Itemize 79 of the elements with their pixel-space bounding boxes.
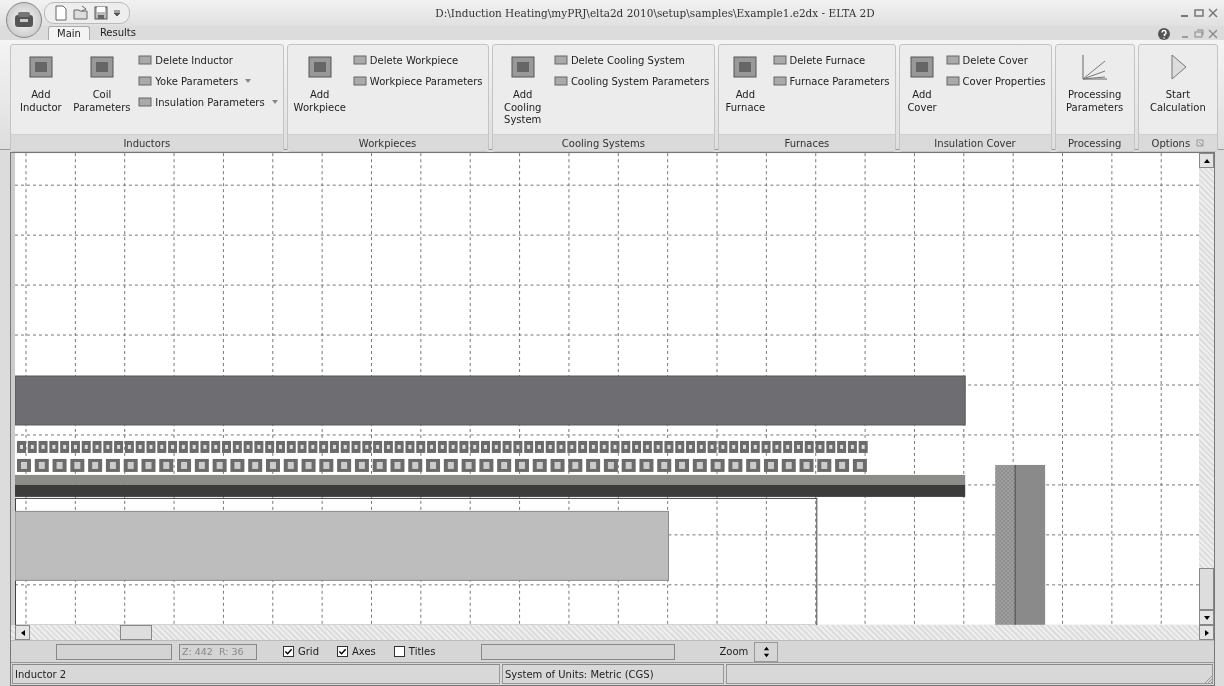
group-label: Workpieces — [358, 137, 417, 149]
ribbon-button[interactable]: Workpiece Parameters — [350, 72, 485, 90]
arrow-down-icon — [1202, 613, 1211, 622]
tool-icon — [352, 74, 367, 88]
horizontal-scrollbar[interactable] — [11, 625, 1214, 640]
ribbon-button[interactable]: Add Cover — [902, 49, 942, 116]
help-icon[interactable] — [1158, 28, 1170, 40]
ribbon-button[interactable]: Delete Cooling System — [551, 51, 712, 69]
group-label: Inductors — [123, 137, 171, 149]
ribbon-button[interactable]: Processing Parameters — [1058, 49, 1131, 116]
tool-icon — [138, 53, 153, 67]
checkbox-label: Axes — [352, 646, 376, 657]
save-icon[interactable] — [93, 5, 109, 21]
group-label: Options — [1151, 137, 1191, 149]
resize-grip-icon[interactable] — [1203, 674, 1213, 684]
ribbon-button[interactable]: Add Furnace — [722, 49, 769, 116]
ribbon-button[interactable]: Cover Properties — [943, 72, 1048, 90]
close-icon[interactable] — [1208, 29, 1218, 39]
checkbox[interactable] — [337, 646, 348, 657]
dropdown-icon — [245, 79, 252, 83]
tool-icon — [772, 74, 787, 88]
ribbon-button[interactable]: Start Calculation — [1141, 49, 1214, 116]
tool-icon — [553, 53, 568, 67]
vertical-scrollbar[interactable] — [1199, 153, 1214, 625]
ribbon-button[interactable]: Cooling System Parameters — [551, 72, 712, 90]
ribbon-button[interactable]: Delete Furnace — [770, 51, 892, 69]
group-label: Insulation Cover — [934, 137, 1016, 149]
zoom-spinner[interactable] — [754, 641, 779, 662]
drawing-canvas[interactable] — [15, 153, 1199, 625]
tool-icon — [138, 95, 153, 109]
restore-icon[interactable] — [1194, 29, 1204, 39]
tool-icon — [945, 74, 960, 88]
coordinates-field: Z: 442 R: 36 — [179, 643, 257, 660]
checkbox[interactable] — [393, 646, 405, 657]
group-label: Furnaces — [784, 137, 830, 149]
scroll-right-button[interactable] — [1199, 625, 1214, 640]
dialog-launcher-icon[interactable] — [1196, 139, 1205, 147]
status-panel: Inductor 2 — [12, 664, 500, 684]
window-title: D:\Induction Heating\myPRJ\elta2d 2010\setup\samples\Example1.e2dx - ELTA 2D — [434, 7, 876, 19]
inductor-coil-drawing[interactable] — [17, 440, 868, 472]
ribbon-button[interactable]: Insulation Parameters — [136, 93, 280, 111]
scroll-up-button[interactable] — [1199, 153, 1214, 168]
group-label: Processing — [1067, 137, 1122, 149]
status-panel: System of Units: Metric (CGS) — [502, 664, 724, 684]
ribbon-button[interactable]: Add Cooling System — [495, 49, 550, 129]
ribbon-button[interactable]: Yoke Parameters — [136, 72, 280, 90]
dropdown-icon — [271, 100, 278, 104]
open-folder-icon[interactable] — [73, 5, 89, 21]
checkbox-label: Grid — [298, 646, 319, 657]
ribbon-button[interactable]: Add Workpiece — [290, 49, 349, 116]
tool-icon — [352, 53, 367, 67]
scroll-left-button[interactable] — [15, 625, 30, 640]
checkbox-label: Titles — [408, 646, 436, 657]
input-field[interactable] — [56, 643, 172, 660]
scroll-down-button[interactable] — [1199, 610, 1214, 625]
zoom-label: Zoom — [719, 646, 749, 657]
ribbon-button[interactable]: Furnace Parameters — [770, 72, 892, 90]
ribbon-button[interactable]: Coil Parameters — [69, 49, 135, 116]
scroll-thumb[interactable] — [1199, 568, 1214, 610]
ribbon-button[interactable]: Delete Cover — [943, 51, 1048, 69]
tool-icon — [945, 53, 960, 67]
tool-icon — [772, 53, 787, 67]
ribbon-button[interactable]: Delete Workpiece — [350, 51, 485, 69]
checkbox[interactable] — [283, 646, 294, 657]
insulation-cover-drawing[interactable] — [995, 464, 1046, 625]
ribbon-tab[interactable]: Results — [91, 26, 144, 40]
ribbon-button[interactable]: Delete Inductor — [136, 51, 280, 69]
tool-icon — [138, 74, 153, 88]
group-label: Cooling Systems — [561, 137, 645, 149]
tool-icon — [553, 74, 568, 88]
new-document-icon[interactable] — [53, 5, 69, 21]
maximize-icon[interactable] — [1194, 8, 1204, 18]
application-menu-button[interactable] — [6, 2, 42, 38]
scroll-thumb[interactable] — [120, 625, 152, 640]
ribbon-button[interactable]: Add Inductor — [14, 49, 68, 116]
arrow-right-icon — [1202, 628, 1211, 637]
dropdown-icon[interactable] — [113, 9, 121, 17]
ribbon-tab[interactable]: Main — [48, 26, 90, 40]
close-icon[interactable] — [1208, 8, 1218, 18]
